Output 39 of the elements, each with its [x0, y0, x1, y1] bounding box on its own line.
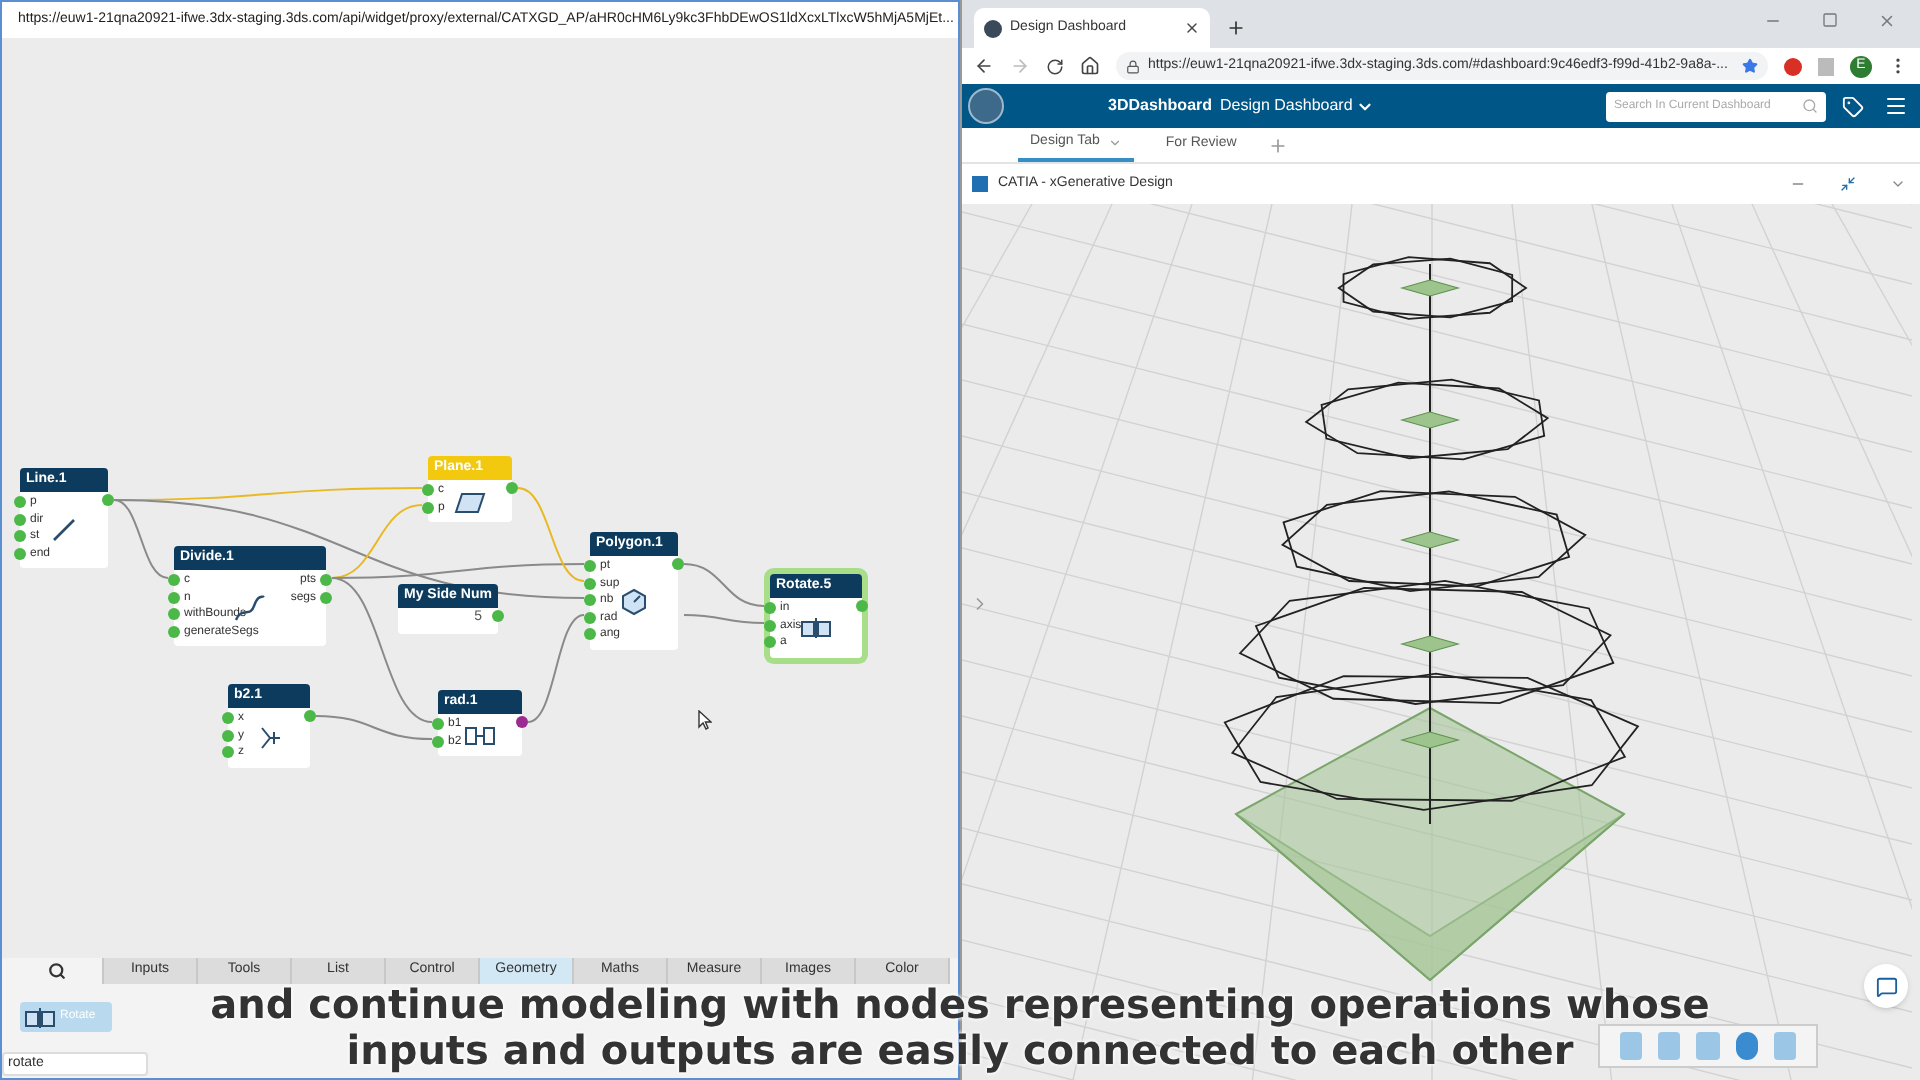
tool-icon[interactable]: [1619, 1032, 1643, 1060]
tool-icon[interactable]: [1773, 1032, 1796, 1060]
measure-icon: [464, 725, 496, 745]
connector-line: [527, 614, 585, 723]
plane-icon: [454, 489, 486, 513]
chevron-down-icon[interactable]: [1890, 176, 1906, 192]
close-icon[interactable]: [1184, 20, 1200, 36]
forward-icon[interactable]: [1010, 56, 1030, 76]
connector-line: [683, 563, 765, 607]
collapse-icon[interactable]: [1840, 176, 1856, 192]
lock-icon: [1126, 59, 1140, 73]
home-icon[interactable]: [1080, 56, 1100, 76]
rotate-icon: [24, 1005, 56, 1029]
dashboard-title[interactable]: Design Dashboard: [1220, 94, 1353, 118]
line-icon: [50, 516, 78, 544]
back-icon[interactable]: [974, 56, 994, 76]
compass-logo-icon[interactable]: [968, 88, 1004, 124]
search-icon: [47, 962, 65, 980]
search-icon: [1802, 98, 1818, 114]
new-tab-icon[interactable]: [1226, 18, 1246, 38]
reload-icon[interactable]: [1046, 57, 1064, 75]
rotate-icon: [800, 615, 832, 640]
connector-line: [683, 614, 765, 624]
tool-icon[interactable]: [1735, 1032, 1758, 1060]
chat-button[interactable]: [1864, 964, 1908, 1008]
brand-name: 3DDashboard: [1108, 94, 1213, 118]
app-icon: [972, 176, 988, 192]
polygon-icon: [620, 588, 648, 617]
mouse-cursor-icon: [698, 710, 712, 730]
chevron-down-icon: [1107, 136, 1122, 150]
axes-icon: [257, 723, 281, 752]
chat-icon: [1875, 975, 1897, 997]
tag-icon[interactable]: [1842, 95, 1864, 117]
add-tab-icon[interactable]: [1268, 135, 1289, 155]
star-icon[interactable]: [1742, 58, 1758, 74]
site-icon: [984, 19, 1002, 37]
maximize-icon[interactable]: [1822, 12, 1838, 28]
tool-icon[interactable]: [1658, 1032, 1681, 1060]
menu-icon[interactable]: [1884, 94, 1908, 118]
